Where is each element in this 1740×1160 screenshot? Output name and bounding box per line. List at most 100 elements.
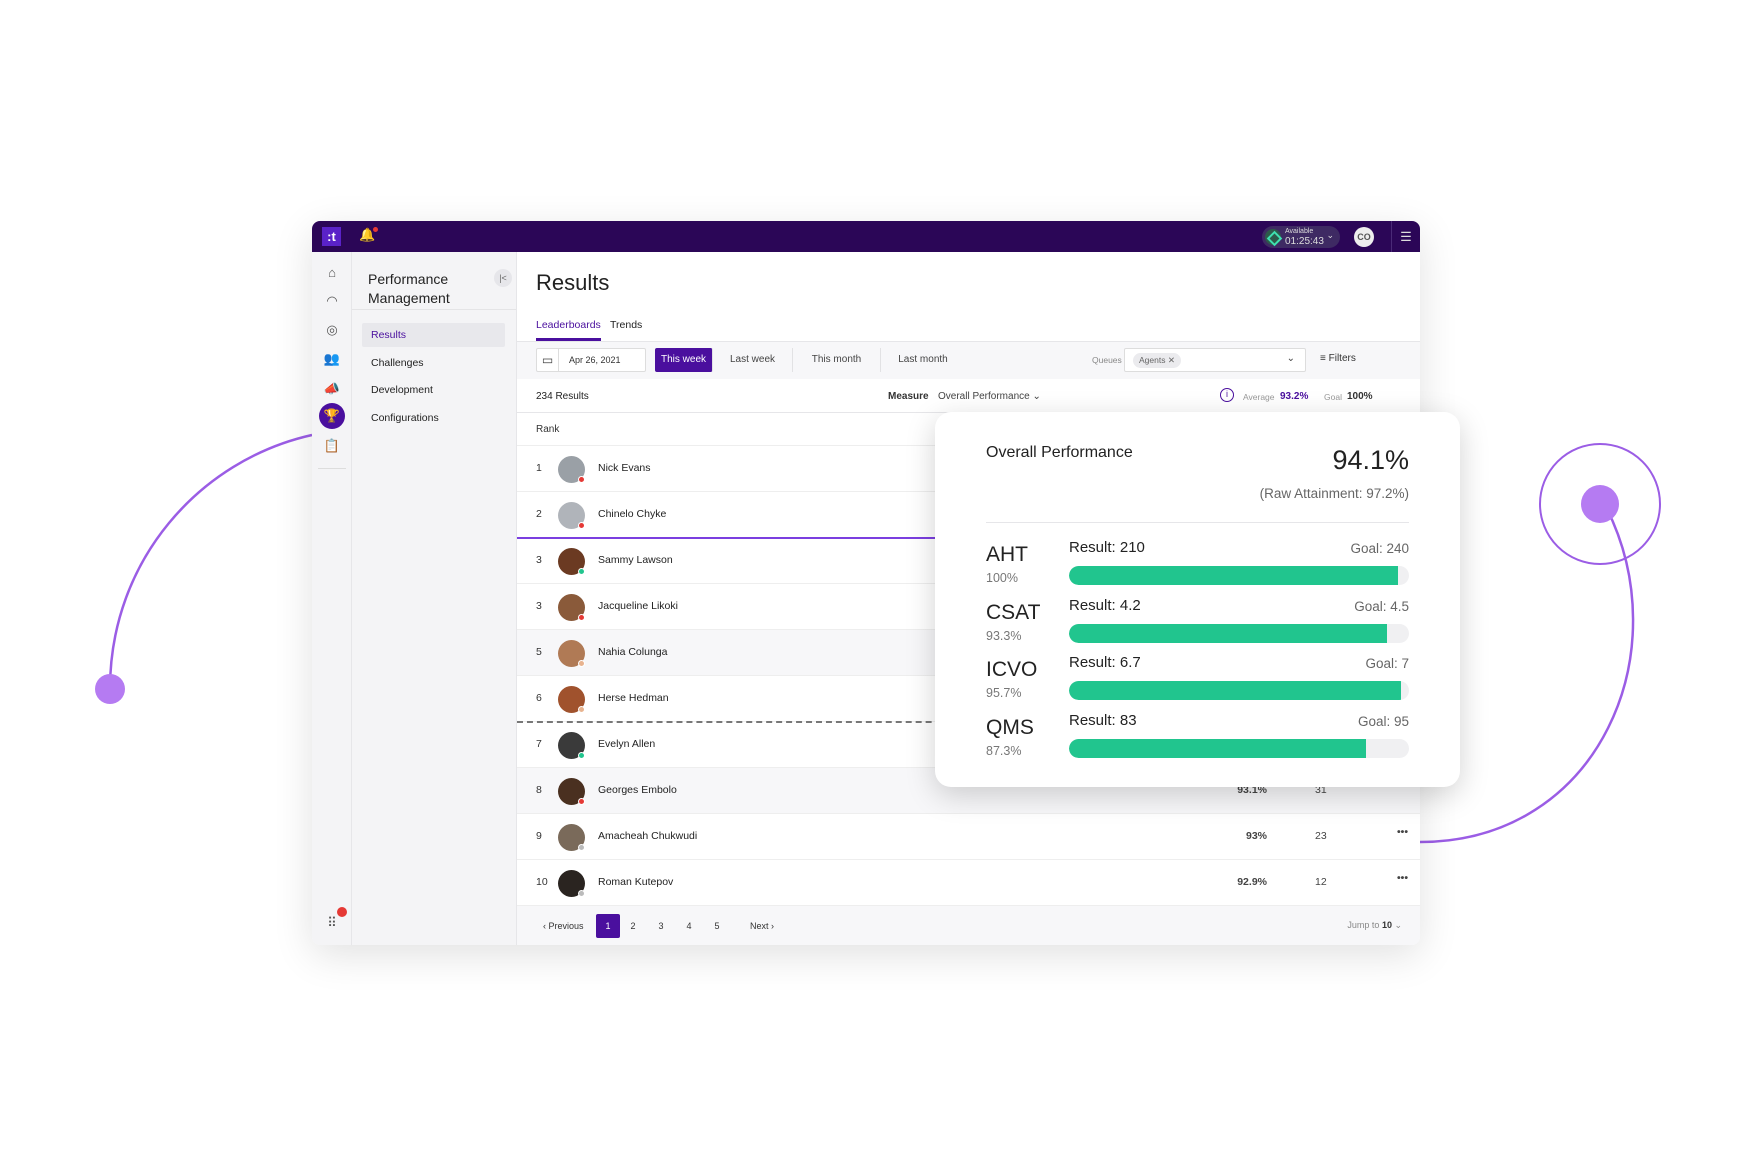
metric-result: Result: 210 xyxy=(1069,539,1145,556)
user-avatar[interactable]: CO xyxy=(1354,227,1374,247)
status-dot xyxy=(578,476,585,483)
more-options-icon[interactable]: ••• xyxy=(1397,826,1408,838)
apps-grid-icon[interactable]: ⠿ xyxy=(321,907,347,934)
agent-name[interactable]: Nick Evans xyxy=(598,462,651,474)
date-value: Apr 26, 2021 xyxy=(569,355,621,365)
metric-percent: 95.7% xyxy=(986,686,1022,700)
status-dot xyxy=(578,522,585,529)
metric-name: QMS xyxy=(986,715,1034,739)
rank: 7 xyxy=(536,738,542,750)
metric-name: ICVO xyxy=(986,658,1038,681)
rail-divider xyxy=(318,468,346,469)
availability-status[interactable]: Available 01:25:43 ⌄ xyxy=(1262,226,1340,248)
info-icon[interactable]: i xyxy=(1220,388,1234,402)
rank: 1 xyxy=(536,462,542,474)
table-row[interactable]: 9 Amacheah Chukwudi 93% 23 ••• xyxy=(517,814,1420,860)
rank: 10 xyxy=(536,876,548,888)
agent-name[interactable]: Sammy Lawson xyxy=(598,554,673,566)
status-diamond-icon xyxy=(1265,229,1281,245)
home-icon[interactable]: ⌂ xyxy=(321,262,343,284)
metric-progress-bar xyxy=(1069,623,1409,643)
top-bar: :t 🔔 Available 01:25:43 ⌄ CO ☰ xyxy=(312,221,1420,252)
side-panel-toggle-icon[interactable]: ☰ xyxy=(1391,221,1420,252)
page-2[interactable]: 2 xyxy=(621,914,645,938)
megaphone-icon[interactable]: 📣 xyxy=(321,378,343,400)
next-page-button[interactable]: Next › xyxy=(750,914,774,938)
agent-name[interactable]: Nahia Colunga xyxy=(598,646,667,658)
gauge-icon[interactable]: ◠ xyxy=(321,290,343,312)
metric-result: Result: 83 xyxy=(1069,711,1137,729)
notification-bell-icon[interactable]: 🔔 xyxy=(359,227,379,243)
agent-name[interactable]: Herse Hedman xyxy=(598,692,669,704)
measure-dropdown[interactable]: Overall Performance ⌄ xyxy=(938,391,1041,402)
left-connector-arc xyxy=(108,433,313,690)
page-5[interactable]: 5 xyxy=(705,914,729,938)
queues-label: Queues xyxy=(1092,355,1122,365)
raw-attainment: (Raw Attainment: 97.2%) xyxy=(1259,486,1409,501)
rank: 6 xyxy=(536,692,542,704)
clipboard-icon[interactable]: 📋 xyxy=(321,435,343,457)
app-logo[interactable]: :t xyxy=(322,227,341,246)
period-last-week[interactable]: Last week xyxy=(713,348,793,372)
filter-icon: ≡ xyxy=(1320,353,1326,364)
previous-page-button[interactable]: ‹ Previous xyxy=(543,914,584,938)
nav-divider xyxy=(352,309,516,310)
metric-percent: 100% xyxy=(986,571,1018,585)
measure-value: Overall Performance xyxy=(938,391,1030,402)
page-3[interactable]: 3 xyxy=(649,914,673,938)
average-label: Average xyxy=(1243,392,1275,402)
more-options-icon[interactable]: ••• xyxy=(1397,872,1408,884)
metric-result: Result: 4.2 xyxy=(1069,596,1141,614)
people-icon[interactable]: 👥 xyxy=(321,348,343,370)
queue-chip[interactable]: Agents ✕ xyxy=(1133,353,1181,368)
metric-goal: Goal: 240 xyxy=(1350,541,1409,556)
compass-icon[interactable]: ◎ xyxy=(321,319,343,341)
metric-goal: Goal: 95 xyxy=(1357,713,1409,729)
goal-label: Goal xyxy=(1324,392,1342,402)
table-row[interactable]: 10 Roman Kutepov 92.9% 12 ••• xyxy=(517,860,1420,906)
agent-name[interactable]: Evelyn Allen xyxy=(598,738,655,750)
metric-name: CSAT xyxy=(986,600,1041,624)
jump-label: Jump to xyxy=(1347,920,1380,930)
period-this-month[interactable]: This month xyxy=(793,348,881,372)
nav-item-results[interactable]: Results xyxy=(362,323,505,347)
date-picker[interactable]: ▭ Apr 26, 2021 xyxy=(536,348,646,372)
metric-progress-fill xyxy=(1069,566,1398,585)
metric-result: Result: 6.7 xyxy=(1069,654,1141,671)
agent-name[interactable]: Amacheah Chukwudi xyxy=(598,830,697,842)
trophy-icon[interactable]: 🏆 xyxy=(319,403,345,429)
rank: 2 xyxy=(536,508,542,520)
filters-button[interactable]: ≡ Filters xyxy=(1320,353,1356,364)
metric-aht: AHT 100% Result: 210 Goal: 240 xyxy=(986,539,1409,600)
nav-item-challenges[interactable]: Challenges xyxy=(362,351,505,375)
close-icon[interactable]: ✕ xyxy=(1168,355,1175,365)
status-dot xyxy=(578,660,585,667)
card-overall-value: 94.1% xyxy=(1332,445,1409,475)
agent-name[interactable]: Jacqueline Likoki xyxy=(598,600,678,612)
rank: 3 xyxy=(536,554,542,566)
status-label: Available xyxy=(1285,228,1314,235)
icon-rail: ⌂ ◠ ◎ 👥 📣 🏆 📋 ⠿ xyxy=(312,252,352,945)
metric-progress-fill xyxy=(1069,738,1366,758)
agent-name[interactable]: Georges Embolo xyxy=(598,784,677,796)
period-this-week[interactable]: This week xyxy=(655,348,713,372)
tab-trends[interactable]: Trends xyxy=(610,319,642,338)
page-4[interactable]: 4 xyxy=(677,914,701,938)
period-last-month[interactable]: Last month xyxy=(881,348,965,372)
tab-bar: Leaderboards Trends xyxy=(517,312,1420,342)
jump-value: 10 xyxy=(1381,920,1392,930)
count: 23 xyxy=(1315,830,1327,842)
nav-item-configurations[interactable]: Configurations xyxy=(362,406,505,430)
collapse-nav-icon[interactable]: |< xyxy=(494,269,512,287)
nav-item-development[interactable]: Development xyxy=(362,378,505,402)
card-divider xyxy=(986,522,1409,523)
agent-name[interactable]: Roman Kutepov xyxy=(598,876,673,888)
page-1[interactable]: 1 xyxy=(596,914,620,938)
metric-progress-bar xyxy=(1069,566,1409,585)
queues-select[interactable]: Agents ✕ ⌄ xyxy=(1124,348,1306,372)
goal-value: 100% xyxy=(1347,391,1373,402)
tab-leaderboards[interactable]: Leaderboards xyxy=(536,319,601,341)
agent-name[interactable]: Chinelo Chyke xyxy=(598,508,666,520)
metric-goal: Goal: 7 xyxy=(1365,656,1409,671)
jump-to-select[interactable]: Jump to 10 ⌄ xyxy=(1347,920,1402,931)
